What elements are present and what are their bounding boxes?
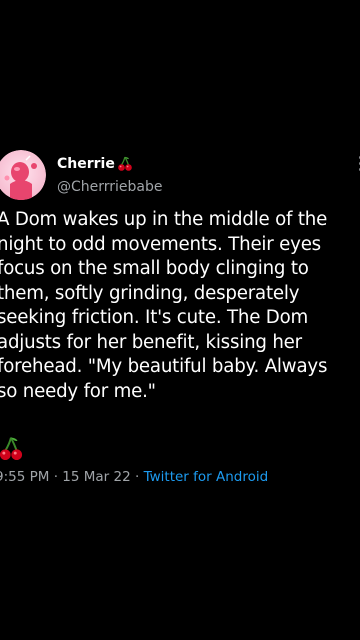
display-name[interactable]: Cherrie <box>57 156 133 172</box>
avatar-image <box>0 150 46 200</box>
tweet-text: A Dom wakes up in the middle of the nigh… <box>0 209 328 402</box>
meta-separator-2: · <box>135 469 140 485</box>
tweet-meta: 9:55 PM · 15 Mar 22 · Twitter for Androi… <box>0 469 268 485</box>
avatar[interactable] <box>0 150 46 200</box>
tweet-date[interactable]: 15 Mar 22 <box>62 469 130 485</box>
tweet-time[interactable]: 9:55 PM <box>0 469 49 485</box>
trailing-emoji <box>0 436 24 466</box>
screen: Cherrie @Cherrriebabe A Dom wakes up in … <box>0 0 360 640</box>
tweet-source-link[interactable]: Twitter for Android <box>144 469 269 485</box>
display-name-text: Cherrie <box>57 156 115 172</box>
handle[interactable]: @Cherrriebabe <box>57 179 163 195</box>
meta-separator: · <box>53 469 58 485</box>
cherries-icon <box>0 437 23 461</box>
cherries-icon <box>118 156 132 171</box>
